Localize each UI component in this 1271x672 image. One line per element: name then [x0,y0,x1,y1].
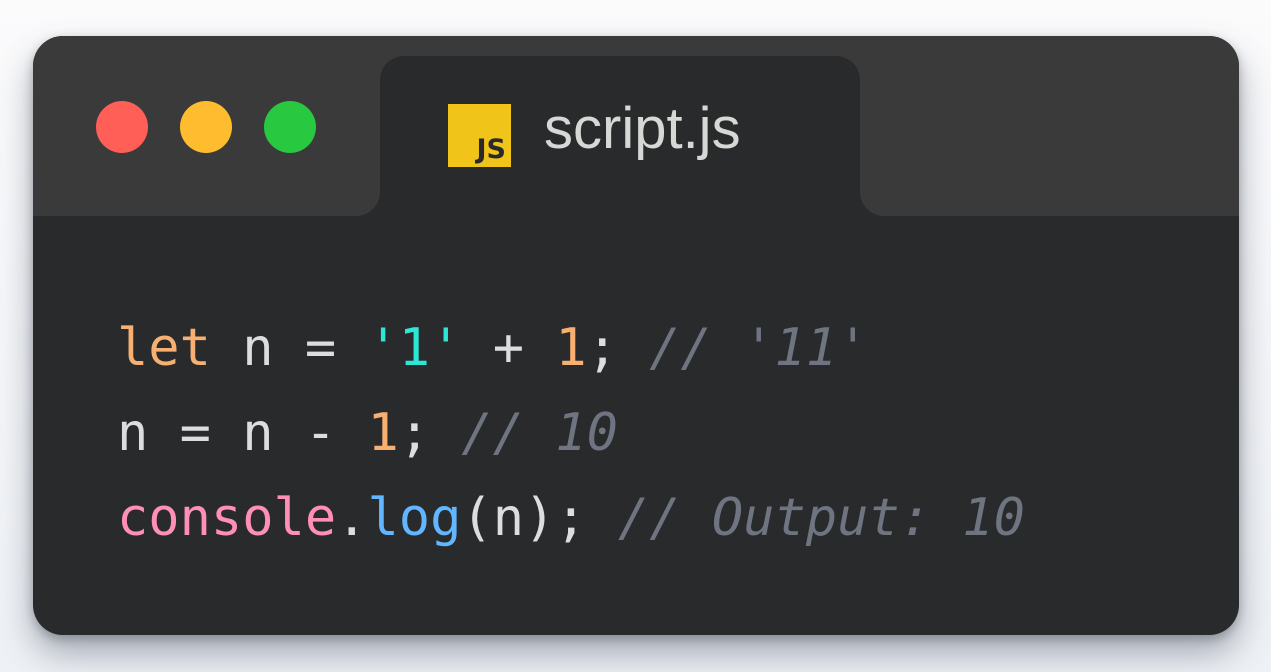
function-token: log [367,488,462,548]
code-token: ; [586,318,650,378]
minimize-button[interactable] [180,101,232,153]
code-token: n = n - [117,403,368,463]
code-line: console.log(n); // Output: 10 [117,476,1025,561]
code-editor: let n = '1' + 1; // '11' n = n - 1; // 10… [117,306,1025,561]
code-line: let n = '1' + 1; // '11' [117,306,1025,391]
tab-script-js[interactable]: JS script.js [380,56,860,216]
code-window: JS script.js let n = '1' + 1; // '11' n =… [33,36,1239,635]
close-button[interactable] [96,101,148,153]
code-token: + [461,318,556,378]
number-token: 1 [367,403,399,463]
window-controls [96,101,316,153]
code-line: n = n - 1; // 10 [117,391,1025,476]
comment-token: // '11' [649,318,869,378]
keyword-token: let [117,318,211,378]
object-token: console [117,488,337,548]
code-token: (n); [461,488,618,548]
tab-title: script.js [544,96,741,161]
code-token: . [336,488,368,548]
comment-token: // 10 [461,403,618,463]
string-token: '1' [367,318,462,378]
number-token: 1 [555,318,587,378]
javascript-file-icon: JS [448,104,511,167]
code-token: n = [210,318,368,378]
comment-token: // Output: 10 [617,488,1025,548]
maximize-button[interactable] [264,101,316,153]
code-token: ; [398,403,462,463]
